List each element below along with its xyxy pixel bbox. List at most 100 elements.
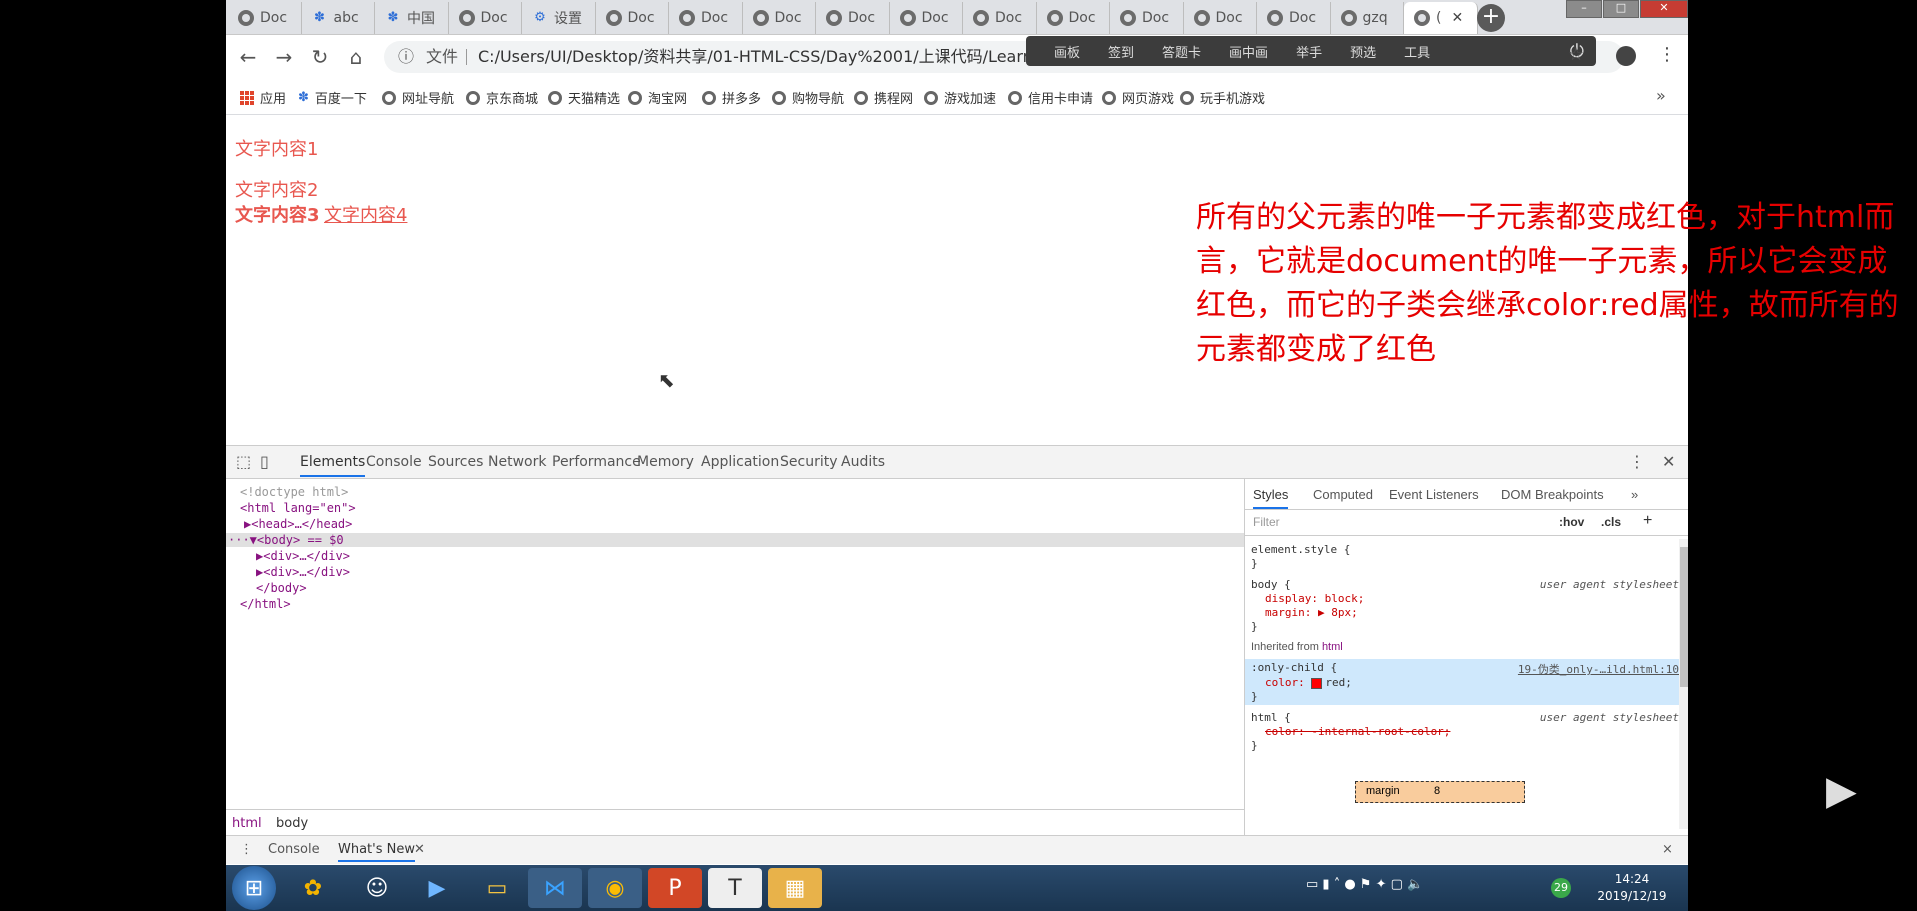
drawer-tab-close-icon[interactable]: ✕	[414, 842, 425, 857]
bookmark-8[interactable]: 携程网	[854, 88, 913, 107]
tab-3[interactable]: Doc	[449, 2, 522, 34]
dom-node-div-1[interactable]: ▶<div>…</div>	[256, 549, 350, 563]
drawer-menu-icon[interactable]: ⋮	[240, 842, 253, 857]
devtools-tab-performance[interactable]: Performance	[552, 454, 641, 470]
dom-node-head[interactable]: ▶<head>…</head>	[244, 517, 352, 531]
tab-dom-breakpoints[interactable]: DOM Breakpoints	[1501, 487, 1604, 502]
maximize-button[interactable]: □	[1603, 0, 1639, 18]
reload-button[interactable]: ↻	[306, 43, 334, 71]
tray-icons[interactable]: ▭ ▮ ˄ ● ⚑ ✦ ▢ 🔈	[1306, 877, 1423, 892]
tab-6[interactable]: Doc	[669, 2, 743, 34]
bookmark-4[interactable]: 天猫精选	[548, 88, 620, 107]
overlay-tool-5[interactable]: 预选	[1350, 42, 1376, 61]
bookmark-12[interactable]: 玩手机游戏	[1180, 88, 1265, 107]
tab-0[interactable]: Doc	[228, 2, 302, 34]
color-swatch-icon[interactable]	[1311, 677, 1323, 689]
bookmark-star-icon[interactable]: ☆	[1568, 44, 1584, 65]
dom-node-body-selected[interactable]: ···▼<body> == $0	[226, 533, 1246, 547]
forward-button[interactable]: →	[270, 43, 298, 71]
box-model-margin-value[interactable]: 8	[1434, 785, 1440, 797]
devtools-close-icon[interactable]: ✕	[1662, 452, 1675, 471]
taskbar-powerpoint-icon[interactable]: P	[648, 868, 702, 908]
devtools-tab-memory[interactable]: Memory	[637, 454, 694, 470]
devtools-tab-console[interactable]: Console	[366, 454, 422, 470]
url-text[interactable]: C:/Users/UI/Desktop/资料共享/01-HTML-CSS/Day…	[478, 41, 1033, 73]
tab-10[interactable]: Doc	[963, 2, 1037, 34]
tray-badge[interactable]: 29	[1551, 878, 1571, 898]
text-content-4-link[interactable]: 文字内容4	[324, 201, 407, 227]
account-avatar[interactable]	[1616, 46, 1636, 66]
rule-only-child-source-link[interactable]: 19-伪类_only-…ild.html:10	[1518, 661, 1679, 677]
tab-12[interactable]: Doc	[1110, 2, 1184, 34]
bookmark-3[interactable]: 京东商城	[466, 88, 538, 107]
tab-13[interactable]: Doc	[1184, 2, 1257, 34]
tab-4[interactable]: ⚙ 设置	[522, 2, 596, 34]
close-tab-icon[interactable]: ✕	[1451, 10, 1463, 26]
tab-2[interactable]: ✽ 中国	[375, 2, 449, 34]
taskbar-chrome-icon[interactable]: ◉	[588, 868, 642, 908]
taskbar-player-icon[interactable]: ▶	[410, 868, 464, 908]
dom-node-doctype[interactable]: <!doctype html>	[240, 485, 348, 499]
bookmark-11[interactable]: 网页游戏	[1102, 88, 1174, 107]
tab-styles[interactable]: Styles	[1253, 487, 1289, 509]
tab-event-listeners[interactable]: Event Listeners	[1389, 487, 1479, 502]
new-rule-button[interactable]: +	[1643, 512, 1652, 530]
tab-15[interactable]: gzq	[1331, 2, 1404, 34]
back-button[interactable]: ←	[234, 43, 262, 71]
tab-more[interactable]: »	[1631, 487, 1638, 502]
drawer-tab-console[interactable]: Console	[268, 842, 320, 857]
taskbar-text-app-icon[interactable]: T	[708, 868, 762, 908]
bookmark-5[interactable]: 淘宝网	[628, 88, 687, 107]
taskbar-folder-icon[interactable]: ▭	[470, 868, 524, 908]
bookmark-10[interactable]: 信用卡申请	[1008, 88, 1093, 107]
bookmark-0[interactable]: 应用	[240, 88, 286, 107]
styles-scrollbar[interactable]	[1679, 539, 1688, 829]
browser-menu-icon[interactable]: ⋮	[1658, 44, 1676, 65]
rule-element-style[interactable]: element.style {	[1251, 543, 1350, 556]
hover-state-toggle[interactable]: :hov	[1559, 515, 1584, 529]
bookmark-2[interactable]: 网址导航	[382, 88, 454, 107]
home-button[interactable]: ⌂	[342, 43, 370, 71]
overlay-tool-6[interactable]: 工具	[1404, 42, 1430, 61]
taskbar-calendar-icon[interactable]: ▦	[768, 868, 822, 908]
drawer-close-icon[interactable]: ×	[1662, 842, 1673, 857]
taskbar-app-icon[interactable]: ✿	[286, 868, 340, 908]
tab-8[interactable]: Doc	[816, 2, 890, 34]
tab-7[interactable]: Doc	[743, 2, 816, 34]
inherited-tag[interactable]: html	[1322, 641, 1343, 653]
dom-node-div-2[interactable]: ▶<div>…</div>	[256, 565, 350, 579]
tab-16[interactable]: (✕	[1404, 2, 1478, 34]
device-toolbar-icon[interactable]: ▯	[260, 452, 269, 471]
devtools-tab-audits[interactable]: Audits	[841, 454, 885, 470]
devtools-tab-elements[interactable]: Elements	[300, 454, 366, 477]
new-tab-button[interactable]: +	[1477, 4, 1505, 32]
overlay-tool-3[interactable]: 画中画	[1229, 42, 1268, 61]
tab-5[interactable]: Doc	[596, 2, 669, 34]
drawer-tab-whats-new[interactable]: What's New	[338, 842, 415, 862]
taskbar-vscode-icon[interactable]: ⋈	[528, 868, 582, 908]
breadcrumb-body[interactable]: body	[276, 816, 308, 831]
tab-11[interactable]: Doc	[1037, 2, 1110, 34]
filter-input[interactable]: Filter	[1253, 515, 1280, 529]
overlay-tool-1[interactable]: 签到	[1108, 42, 1134, 61]
bookmarks-more[interactable]: »	[1656, 86, 1666, 105]
devtools-tab-sources[interactable]: Sources	[428, 454, 483, 470]
start-button[interactable]: ⊞	[232, 866, 276, 910]
devtools-tab-network[interactable]: Network	[488, 454, 546, 470]
devtools-menu-icon[interactable]: ⋮	[1629, 452, 1645, 471]
bookmark-7[interactable]: 购物导航	[772, 88, 844, 107]
overlay-tool-0[interactable]: 画板	[1054, 42, 1080, 61]
overlay-tool-2[interactable]: 答题卡	[1162, 42, 1201, 61]
tab-14[interactable]: Doc	[1257, 2, 1331, 34]
dom-node-html[interactable]: <html lang="en">	[240, 501, 356, 515]
close-window-button[interactable]: ✕	[1640, 0, 1688, 18]
tab-1[interactable]: ✽ abc	[302, 2, 375, 34]
overlay-tool-4[interactable]: 举手	[1296, 42, 1322, 61]
class-toggle[interactable]: .cls	[1601, 515, 1621, 529]
bookmark-9[interactable]: 游戏加速	[924, 88, 996, 107]
minimize-button[interactable]: –	[1566, 0, 1602, 18]
taskbar-clock[interactable]: 14:24 2019/12/19	[1596, 871, 1668, 905]
info-icon[interactable]: ⓘ	[398, 41, 414, 73]
inspect-element-icon[interactable]: ⬚	[236, 452, 251, 471]
bookmark-1[interactable]: ✽ 百度一下	[298, 88, 367, 107]
